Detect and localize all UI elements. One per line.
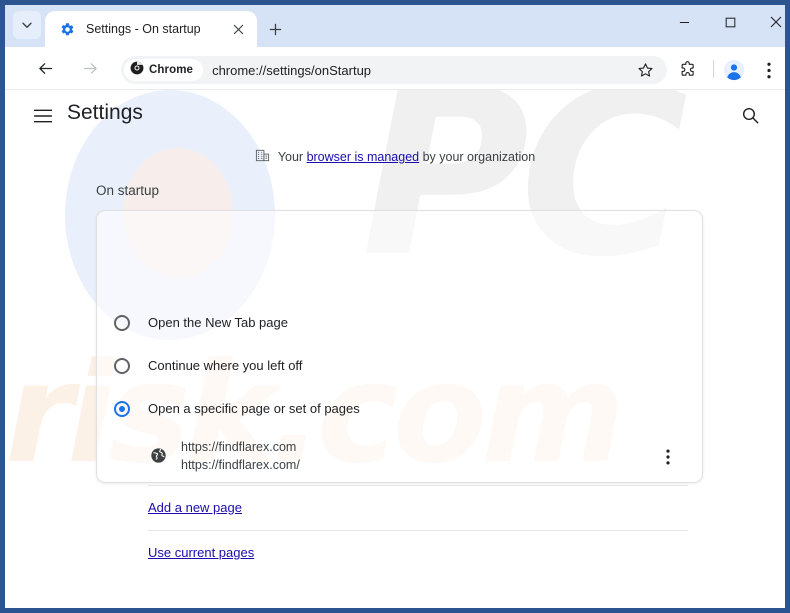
startup-option-new-tab-page[interactable]: Open the New Tab page — [97, 301, 704, 344]
startup-page-title: https://findflarex.com — [181, 440, 297, 454]
managed-banner-prefix: Your — [277, 150, 307, 164]
puzzle-piece-icon[interactable] — [676, 58, 700, 82]
use-current-pages-row[interactable]: Use current pages — [97, 530, 704, 575]
add-a-new-page-row[interactable]: Add a new page — [97, 485, 704, 530]
chrome-origin-chip: Chrome — [124, 59, 204, 81]
managed-banner-suffix: by your organization — [419, 150, 536, 164]
browser-window: Settings - On startup Chrome chrome://se… — [0, 0, 790, 613]
close-icon[interactable] — [227, 18, 249, 40]
globe-icon — [149, 446, 167, 464]
on-startup-card: Open the New Tab page Continue where you… — [96, 210, 704, 560]
enterprise-building-icon — [255, 148, 270, 166]
use-current-pages-link[interactable]: Use current pages — [148, 545, 254, 560]
startup-option-label: Open the New Tab page — [148, 315, 288, 330]
address-bar-url[interactable]: chrome://settings/onStartup — [212, 63, 371, 78]
startup-page-row: https://findflarex.com https://findflare… — [97, 433, 704, 487]
startup-option-label: Continue where you left off — [148, 358, 303, 373]
radio-button-specific-page[interactable] — [114, 400, 130, 417]
page-title: Settings — [67, 101, 143, 124]
new-tab-button[interactable] — [261, 15, 289, 43]
startup-option-label: Open a specific page or set of pages — [148, 401, 360, 416]
chrome-logo-icon — [130, 61, 144, 80]
hamburger-menu-icon[interactable] — [29, 102, 57, 130]
arrow-forward-icon — [75, 53, 105, 83]
three-dot-vertical-icon[interactable] — [757, 57, 781, 83]
startup-page-url: https://findflarex.com/ — [181, 458, 300, 472]
browser-is-managed-link[interactable]: browser is managed — [307, 150, 420, 164]
startup-page-text: https://findflarex.com https://findflare… — [181, 438, 300, 474]
startup-option-continue-where-left-off[interactable]: Continue where you left off — [97, 344, 704, 387]
settings-page: PC risk.com Settings — [5, 90, 785, 608]
radio-button-continue-where-left-off[interactable] — [114, 357, 130, 374]
settings-gear-icon — [59, 21, 75, 37]
managed-browser-banner: Your browser is managed by your organiza… — [5, 148, 785, 166]
section-title-on-startup: On startup — [96, 183, 160, 198]
tab-settings-on-startup[interactable]: Settings - On startup — [45, 11, 257, 47]
add-a-new-page-link[interactable]: Add a new page — [148, 500, 242, 515]
settings-header: Settings — [5, 90, 785, 142]
maximize-button[interactable] — [707, 5, 753, 39]
startup-option-specific-page[interactable]: Open a specific page or set of pages — [97, 387, 704, 430]
radio-button-new-tab-page[interactable] — [114, 314, 130, 331]
chrome-chip-label: Chrome — [149, 64, 194, 76]
three-dot-vertical-icon[interactable] — [657, 446, 679, 468]
minimize-button[interactable] — [661, 5, 707, 39]
arrow-back-icon[interactable] — [30, 53, 60, 83]
browser-toolbar: Chrome chrome://settings/onStartup — [5, 47, 785, 90]
tab-strip: Settings - On startup — [5, 5, 785, 47]
star-icon[interactable] — [633, 58, 657, 82]
tab-title: Settings - On startup — [86, 22, 201, 36]
chevron-down-icon[interactable] — [13, 11, 41, 39]
avatar-icon[interactable] — [721, 57, 747, 83]
close-button[interactable] — [753, 5, 785, 39]
search-icon[interactable] — [737, 102, 763, 128]
managed-banner-text: Your browser is managed by your organiza… — [278, 150, 535, 164]
toolbar-divider — [713, 60, 714, 78]
address-bar[interactable]: Chrome chrome://settings/onStartup — [121, 56, 667, 84]
